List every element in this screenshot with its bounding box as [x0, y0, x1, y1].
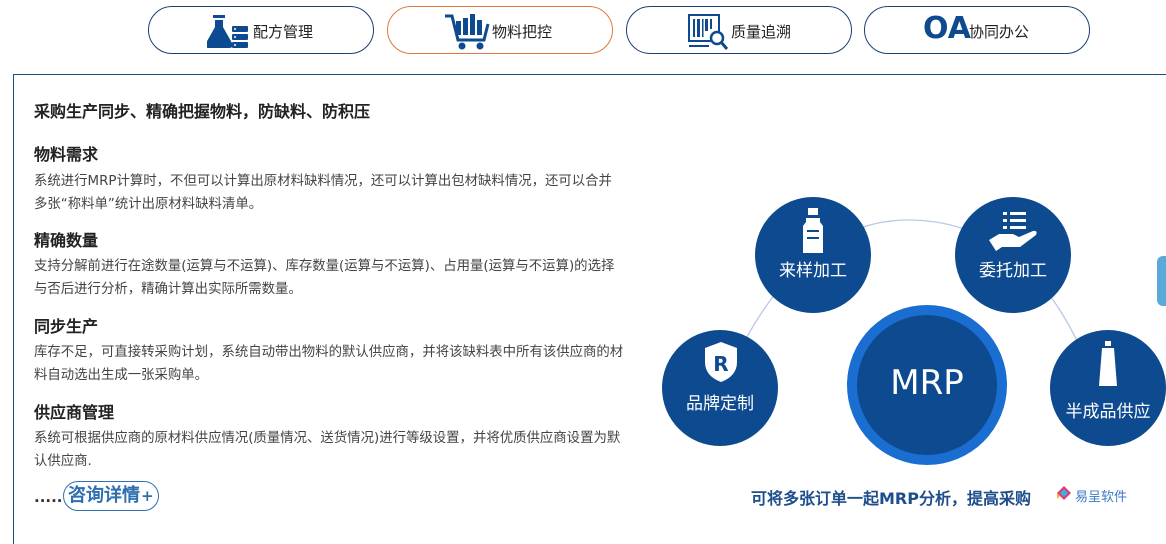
brand-name: 易呈软件 — [1075, 490, 1128, 505]
diagram-caption: 可将多张订单一起MRP分析，提高采购 — [751, 489, 1031, 508]
section-title-sync-production: 同步生产 — [34, 317, 99, 336]
section-title-supplier-management: 供应商管理 — [34, 403, 115, 422]
hand-list-icon — [987, 210, 1039, 258]
svg-text:R: R — [713, 352, 728, 376]
mrp-diagram: R 来样加工 委托加工 品牌定制 半成品供应 MRP — [650, 180, 1166, 520]
tab-label: 物料把控 — [492, 23, 553, 41]
bottle-icon — [801, 207, 825, 259]
section-body-sync-production: 库存不足，可直接转采购计划，系统自动带出物料的默认供应商，并将该缺料表中所有该供… — [34, 345, 624, 383]
consult-label: 咨询详情 — [68, 485, 140, 506]
tab-label: 配方管理 — [253, 23, 314, 41]
section-title-material-demand: 物料需求 — [34, 145, 99, 164]
node-label-sample-processing: 来样加工 — [779, 261, 847, 281]
tab-label: 质量追溯 — [731, 23, 792, 41]
tab-formula-management[interactable]: 配方管理 — [148, 6, 374, 54]
section-body-material-demand: 系统进行MRP计算时，不但可以计算出原材料缺料情况，还可以计算出包材缺料情况，还… — [34, 174, 612, 212]
tube-icon — [1097, 340, 1119, 392]
more-ellipsis: ..... — [34, 488, 63, 506]
shopping-cart-icon — [444, 12, 494, 56]
oa-logo-icon: OA — [923, 11, 971, 46]
flask-server-icon — [205, 12, 251, 56]
section-body-supplier-management: 系统可根据供应商的原材料供应情况(质量情况、送货情况)进行等级设置，并将优质供应… — [34, 431, 621, 469]
section-title-precise-quantity: 精确数量 — [34, 231, 99, 250]
section-body-precise-quantity: 支持分解前进行在途数量(运算与不运算)、库存数量(运算与不运算)、占用量(运算与… — [34, 259, 615, 297]
node-label-semi-finished: 半成品供应 — [1065, 402, 1151, 422]
node-label-brand-custom: 品牌定制 — [686, 394, 754, 414]
page-headline: 采购生产同步、精确把握物料，防缺料、防积压 — [34, 102, 371, 121]
node-label-oem-processing: 委托加工 — [979, 261, 1047, 281]
top-tab-bar: 配方管理 物料把控 质量追溯 OA 协同办公 — [0, 0, 1166, 70]
tab-collaborative-office[interactable]: OA 协同办公 — [864, 6, 1090, 54]
tab-material-control[interactable]: 物料把控 — [387, 6, 613, 54]
barcode-search-icon — [687, 12, 729, 56]
r-shield-icon: R — [702, 340, 740, 388]
tab-quality-traceability[interactable]: 质量追溯 — [626, 6, 852, 54]
consult-details-button[interactable]: 咨询详情+ — [63, 481, 159, 511]
mrp-center-label: MRP — [890, 363, 964, 403]
tab-label: 协同办公 — [969, 23, 1030, 41]
brand-logo-icon — [1054, 484, 1074, 508]
plus-icon: + — [141, 487, 154, 505]
